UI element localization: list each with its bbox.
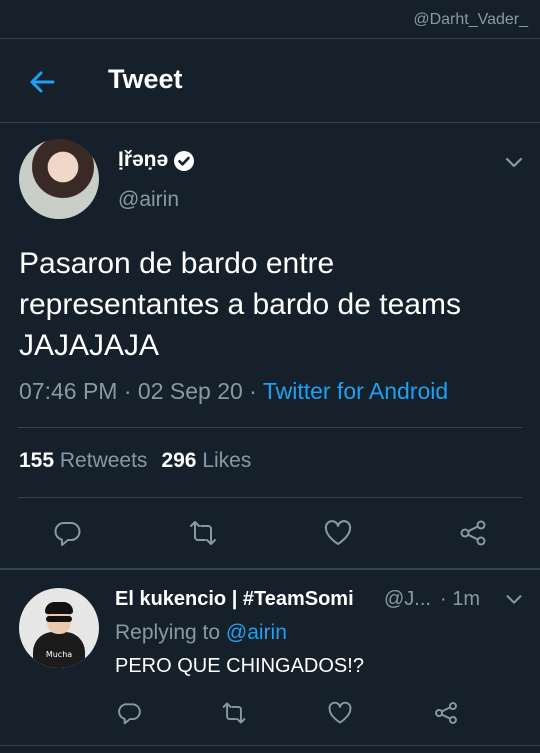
reply-avatar[interactable]: Mucha bbox=[19, 588, 99, 668]
mention-link[interactable]: @airin bbox=[226, 621, 287, 644]
meta-separator: · bbox=[117, 378, 138, 404]
meta-divider bbox=[18, 427, 522, 428]
reply-text: PERO QUE CHINGADOS!? bbox=[115, 655, 364, 677]
back-button[interactable] bbox=[26, 66, 58, 98]
like-button[interactable] bbox=[323, 518, 353, 548]
bottom-divider bbox=[0, 745, 540, 746]
header-divider bbox=[0, 122, 540, 123]
reply-menu-button[interactable] bbox=[503, 588, 525, 610]
tweet-text: Pasaron de bardo entre representantes a … bbox=[19, 247, 461, 362]
tweet-stats: 155 Retweets 296 Likes bbox=[19, 449, 251, 473]
top-divider bbox=[0, 38, 540, 39]
share-icon bbox=[460, 520, 486, 546]
reply-icon bbox=[118, 703, 141, 725]
user-handle[interactable]: @airin bbox=[118, 188, 179, 212]
reply-icon bbox=[54, 522, 81, 546]
reply-button[interactable] bbox=[52, 518, 82, 548]
tweet-source-link[interactable]: Twitter for Android bbox=[263, 378, 448, 404]
avatar-caption: Mucha bbox=[45, 650, 73, 659]
actions-divider bbox=[0, 568, 540, 570]
replying-label: Replying to bbox=[115, 621, 221, 644]
retweet-button[interactable] bbox=[221, 700, 247, 726]
retweet-icon bbox=[190, 521, 216, 545]
reply-button[interactable] bbox=[116, 700, 142, 726]
reply-time: · 1m bbox=[440, 588, 480, 610]
retweets-count: 155 bbox=[19, 449, 55, 472]
share-icon bbox=[435, 702, 457, 724]
tweet-date: 02 Sep 20 bbox=[137, 378, 243, 404]
tweet-time: 07:46 PM bbox=[19, 378, 118, 404]
like-button[interactable] bbox=[327, 700, 353, 726]
likes-count: 296 bbox=[161, 449, 197, 472]
meta-separator: · bbox=[242, 378, 263, 404]
reply-display-name[interactable]: El kukencio | #TeamSomi bbox=[115, 588, 354, 611]
chevron-down-icon bbox=[505, 157, 523, 168]
verified-badge-icon bbox=[173, 150, 195, 172]
stats-divider bbox=[18, 497, 522, 498]
reply-handle[interactable]: @J... bbox=[384, 588, 431, 611]
display-name[interactable]: Ịřəṇə bbox=[118, 148, 168, 172]
watermark: @Darht_Vader_ bbox=[413, 11, 528, 28]
retweets-stat[interactable]: 155 Retweets bbox=[19, 449, 147, 472]
share-button[interactable] bbox=[458, 518, 488, 548]
arrow-left-icon bbox=[30, 71, 55, 93]
avatar[interactable] bbox=[19, 139, 99, 219]
retweets-label: Retweets bbox=[59, 449, 148, 472]
share-button[interactable] bbox=[433, 700, 459, 726]
likes-stat[interactable]: 296 Likes bbox=[161, 449, 251, 472]
page-title: Tweet bbox=[108, 64, 183, 94]
tweet-menu-button[interactable] bbox=[502, 150, 526, 174]
like-icon bbox=[328, 701, 352, 724]
retweet-button[interactable] bbox=[188, 518, 218, 548]
like-icon bbox=[324, 520, 352, 545]
retweet-icon bbox=[222, 702, 246, 724]
tweet-meta: 07:46 PM · 02 Sep 20 · Twitter for Andro… bbox=[19, 378, 448, 405]
likes-label: Likes bbox=[202, 449, 252, 472]
header: Tweet bbox=[0, 40, 540, 122]
chevron-down-icon bbox=[506, 595, 522, 604]
replying-to: Replying to @airin bbox=[115, 621, 287, 645]
